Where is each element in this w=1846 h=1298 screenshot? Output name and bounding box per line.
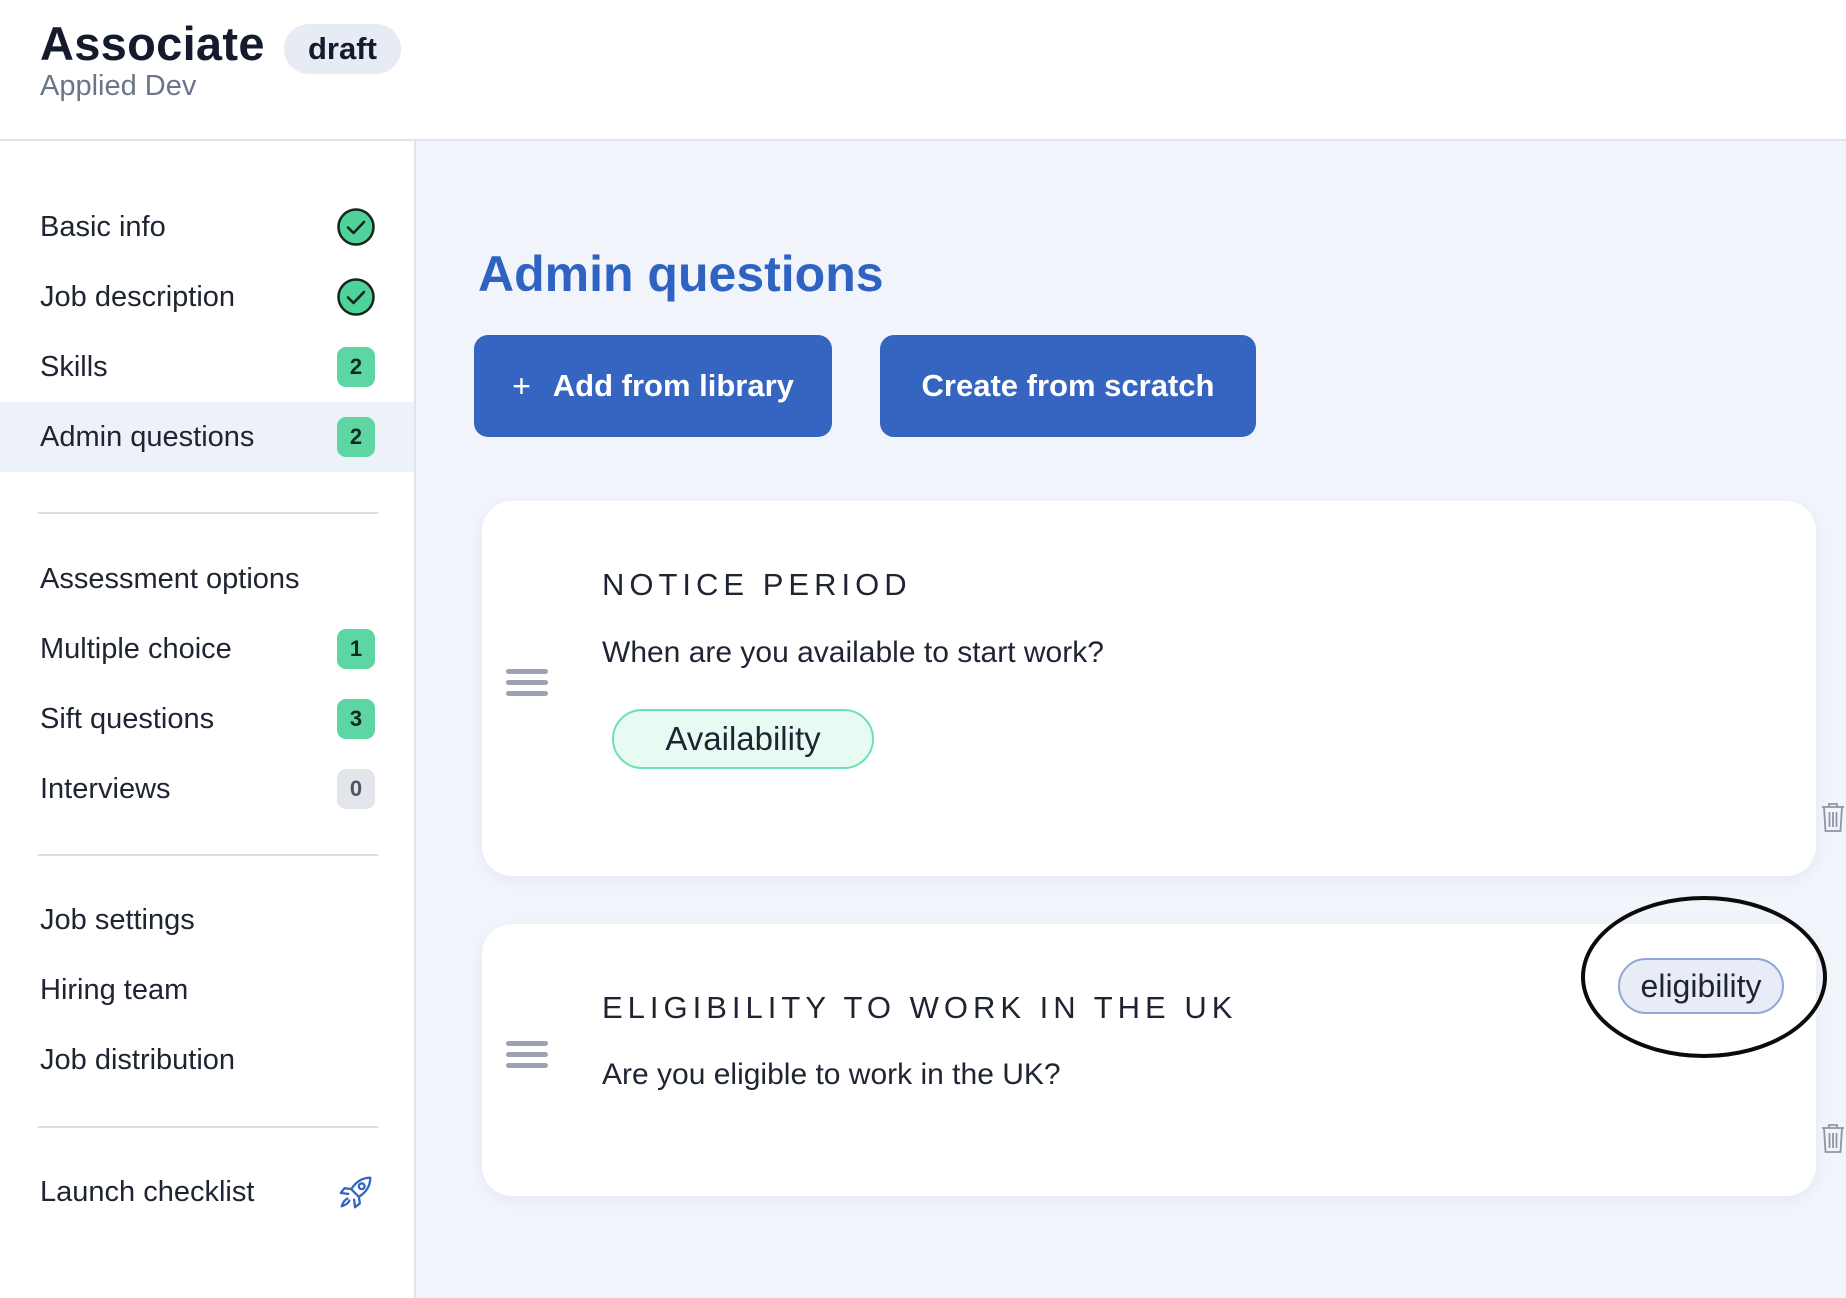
sidebar-item-hiring-team[interactable]: Hiring team: [0, 955, 414, 1025]
question-text: When are you available to start work?: [602, 636, 1104, 669]
sidebar-item-label: Interviews: [40, 772, 171, 805]
count-badge: 3: [337, 699, 375, 739]
sidebar-item-label: Multiple choice: [40, 632, 232, 665]
job-title: Associate: [40, 17, 265, 70]
sidebar-item-label: Launch checklist: [40, 1175, 255, 1208]
sidebar-item-basic-info[interactable]: Basic info: [0, 192, 414, 262]
sidebar-item-skills[interactable]: Skills 2: [0, 332, 414, 402]
question-tag: Availability: [612, 709, 874, 769]
sidebar-item-multiple-choice[interactable]: Multiple choice 1: [0, 614, 414, 684]
sidebar-item-admin-questions[interactable]: Admin questions 2: [0, 402, 414, 472]
sidebar: Basic info Job description Skills 2 Admi…: [0, 141, 416, 1298]
drag-handle-icon[interactable]: [506, 669, 548, 699]
sidebar-item-launch-checklist[interactable]: Launch checklist: [0, 1157, 414, 1227]
count-badge: 0: [337, 769, 375, 809]
trash-icon[interactable]: [1820, 801, 1846, 833]
main-content: Admin questions + Add from library Creat…: [416, 141, 1846, 1298]
create-from-scratch-label: Create from scratch: [921, 368, 1215, 403]
sidebar-item-sift-questions[interactable]: Sift questions 3: [0, 684, 414, 754]
sidebar-item-label: Assessment options: [40, 562, 300, 595]
drag-handle-icon[interactable]: [506, 1041, 548, 1071]
page-title: Admin questions: [478, 246, 884, 302]
sidebar-divider: [38, 512, 378, 514]
plus-icon: +: [512, 367, 531, 404]
sidebar-item-label: Basic info: [40, 210, 166, 243]
organization-name: Applied Dev: [40, 70, 197, 102]
sidebar-item-label: Job distribution: [40, 1043, 236, 1076]
sidebar-divider: [38, 854, 378, 856]
question-tag: eligibility: [1618, 958, 1784, 1014]
sidebar-item-interviews[interactable]: Interviews 0: [0, 754, 414, 824]
sidebar-item-assessment-options[interactable]: Assessment options: [0, 544, 414, 614]
sidebar-item-label: Hiring team: [40, 973, 189, 1006]
create-from-scratch-button[interactable]: Create from scratch: [880, 335, 1256, 437]
question-card: NOTICE PERIOD When are you available to …: [482, 501, 1844, 876]
sidebar-item-label: Skills: [40, 350, 108, 383]
status-badge: draft: [284, 24, 401, 74]
check-circle-icon: [336, 277, 376, 317]
sidebar-divider: [38, 1126, 378, 1128]
add-from-library-label: Add from library: [552, 368, 794, 403]
count-badge: 2: [337, 347, 375, 387]
sidebar-item-job-description[interactable]: Job description: [0, 262, 414, 332]
page-header: Associate draft Applied Dev: [0, 0, 1846, 141]
question-card: ELIGIBILITY TO WORK IN THE UK Are you el…: [482, 924, 1844, 1196]
count-badge: 2: [337, 417, 375, 457]
sidebar-item-job-distribution[interactable]: Job distribution: [0, 1025, 414, 1095]
count-badge: 1: [337, 629, 375, 669]
check-circle-icon: [336, 207, 376, 247]
add-from-library-button[interactable]: + Add from library: [474, 335, 832, 437]
sidebar-item-job-settings[interactable]: Job settings: [0, 885, 414, 955]
question-title: NOTICE PERIOD: [602, 567, 912, 602]
sidebar-item-label: Job description: [40, 280, 236, 313]
sidebar-item-label: Admin questions: [40, 420, 255, 453]
trash-icon[interactable]: [1820, 1122, 1846, 1154]
question-title: ELIGIBILITY TO WORK IN THE UK: [602, 990, 1238, 1025]
sidebar-item-label: Job settings: [40, 903, 195, 936]
question-text: Are you eligible to work in the UK?: [602, 1058, 1061, 1091]
rocket-icon: [336, 1172, 376, 1212]
sidebar-item-label: Sift questions: [40, 702, 215, 735]
